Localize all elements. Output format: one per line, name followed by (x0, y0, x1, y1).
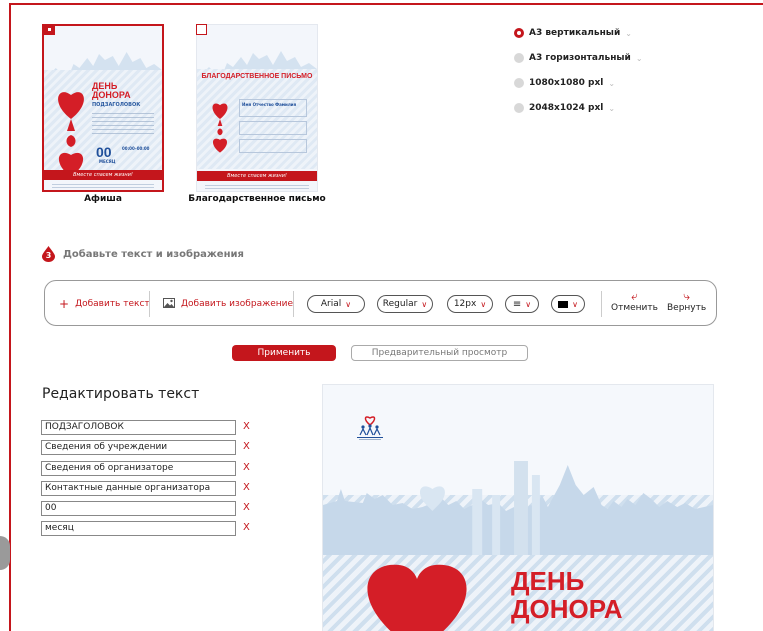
chevron-down-icon[interactable]: ⌄ (608, 104, 615, 113)
toolbar-divider (601, 291, 602, 317)
format-label: 2048x1024 pxl (529, 103, 604, 113)
editor-toolbar: + Добавить текст Добавить изображение Ar… (44, 280, 717, 326)
redo-button[interactable]: ⤷ Вернуть (667, 289, 706, 313)
delete-field-button[interactable]: X (243, 502, 250, 513)
step-header: 3 Добавьте текст и изображения (42, 246, 244, 262)
template-letter-checkbox[interactable] (196, 24, 207, 35)
format-label: А3 вертикальный (529, 28, 621, 38)
font-family-value: Arial (320, 299, 342, 309)
template-afisha-card[interactable]: ДЕНЬ ДОНОРА ПОДЗАГОЛОВОК 00 МЕСЯЦ 00:00–… (42, 24, 164, 192)
chevron-down-icon: ∨ (525, 299, 532, 309)
format-1080[interactable]: 1080x1080 pxl ⌄ (514, 78, 615, 88)
template-letter-caption[interactable]: Благодарственное письмо (176, 194, 338, 204)
format-a3-horizontal[interactable]: А3 горизонтальный ⌄ (514, 53, 643, 63)
afisha-month: МЕСЯЦ (99, 159, 116, 164)
heart-icon (367, 564, 467, 631)
delete-field-button[interactable]: X (243, 482, 250, 493)
template-afisha-caption[interactable]: Афиша (42, 194, 164, 204)
template-letter-card[interactable]: БЛАГОДАРСТВЕННОЕ ПИСЬМО Имя Отчество Фам… (196, 24, 318, 192)
letter-footer-text (205, 183, 309, 189)
font-weight-value: Regular (382, 299, 418, 309)
image-icon (163, 297, 175, 311)
chevron-down-icon[interactable]: ⌄ (625, 29, 632, 38)
add-image-label: Добавить изображение (181, 299, 293, 309)
donor-logo-icon (357, 416, 383, 440)
blood-drop-hearts-icon (58, 92, 84, 177)
letter-signature-box (239, 139, 307, 153)
undo-button[interactable]: ⤶ Отменить (611, 289, 658, 313)
chevron-down-icon: ∨ (345, 299, 352, 309)
text-field[interactable]: Контактные данные организатора (41, 481, 236, 496)
afisha-title: ДЕНЬ ДОНОРА (92, 81, 131, 100)
letter-slogan: Вместе спасем жизни! (197, 171, 317, 181)
chevron-down-icon[interactable]: ⌄ (636, 54, 643, 63)
redo-arrow-icon: ⤷ (683, 289, 690, 303)
delete-field-button[interactable]: X (243, 522, 250, 533)
text-field[interactable]: Сведения об учреждении (41, 440, 236, 455)
poster-preview: ДЕНЬ ДОНОРА (322, 384, 714, 631)
side-handle[interactable] (0, 536, 10, 570)
undo-arrow-icon: ⤶ (631, 289, 638, 303)
preview-title-line1: ДЕНЬ (511, 566, 585, 596)
add-image-button[interactable]: Добавить изображение (163, 281, 293, 327)
redo-label: Вернуть (667, 303, 707, 313)
city-skyline-icon (323, 461, 713, 555)
chevron-down-icon[interactable]: ⌄ (608, 79, 615, 88)
text-field[interactable]: ПОДЗАГОЛОВОК (41, 420, 236, 435)
blood-drop-hearts-icon (212, 103, 228, 153)
radio-selected-icon[interactable] (514, 28, 524, 38)
format-label: А3 горизонтальный (529, 53, 631, 63)
radio-icon[interactable] (514, 103, 524, 113)
toolbar-divider (149, 291, 150, 317)
preview-title-line2: ДОНОРА (511, 594, 623, 624)
text-field[interactable]: месяц (41, 521, 236, 536)
edit-text-title: Редактировать текст (42, 386, 200, 402)
preview-title: ДЕНЬ ДОНОРА (511, 567, 623, 623)
add-text-label: Добавить текст (75, 299, 150, 309)
step-label: Добавьте текст и изображения (63, 248, 244, 260)
font-size-select[interactable]: 12px ∨ (447, 295, 493, 313)
add-text-button[interactable]: + Добавить текст (59, 281, 150, 327)
format-a3-vertical[interactable]: А3 вертикальный ⌄ (514, 28, 632, 38)
font-family-select[interactable]: Arial ∨ (307, 295, 365, 313)
afisha-subtitle: ПОДЗАГОЛОВОК (92, 102, 141, 108)
text-align-select[interactable]: ≡ ∨ (505, 295, 539, 313)
afisha-slogan: Вместе спасем жизни! (44, 170, 162, 180)
chevron-down-icon: ∨ (572, 299, 578, 309)
radio-icon[interactable] (514, 53, 524, 63)
toolbar-divider (293, 291, 294, 317)
align-lines-icon: ≡ (512, 298, 522, 310)
step-number: 3 (45, 251, 52, 260)
radio-icon[interactable] (514, 78, 524, 88)
template-afisha-checkbox[interactable] (44, 24, 55, 35)
format-label: 1080x1080 pxl (529, 78, 604, 88)
text-color-select[interactable]: ∨ (551, 295, 585, 313)
color-swatch-icon (558, 300, 569, 308)
blood-drop-step-icon: 3 (42, 246, 55, 262)
text-field[interactable]: 00 (41, 501, 236, 516)
preview-button[interactable]: Предварительный просмотр (351, 345, 528, 361)
format-2048[interactable]: 2048x1024 pxl ⌄ (514, 103, 615, 113)
delete-field-button[interactable]: X (243, 421, 250, 432)
afisha-date-number: 00 (96, 144, 112, 160)
undo-label: Отменить (611, 303, 658, 313)
apply-button[interactable]: Применить (232, 345, 336, 361)
delete-field-button[interactable]: X (243, 441, 250, 452)
afisha-info-lines (92, 112, 154, 134)
letter-name: Имя Отчество Фамилия (239, 99, 307, 117)
delete-field-button[interactable]: X (243, 462, 250, 473)
afisha-footer-text (52, 182, 154, 188)
plus-icon: + (59, 297, 70, 311)
afisha-time: 00:00–00:00 (122, 146, 150, 151)
letter-title: БЛАГОДАРСТВЕННОЕ ПИСЬМО (201, 73, 313, 80)
text-field[interactable]: Сведения об организаторе (41, 461, 236, 476)
font-weight-select[interactable]: Regular ∨ (377, 295, 433, 313)
letter-info-box (239, 121, 307, 135)
chevron-down-icon: ∨ (421, 299, 428, 309)
chevron-down-icon: ∨ (480, 299, 487, 309)
font-size-value: 12px (453, 299, 477, 309)
